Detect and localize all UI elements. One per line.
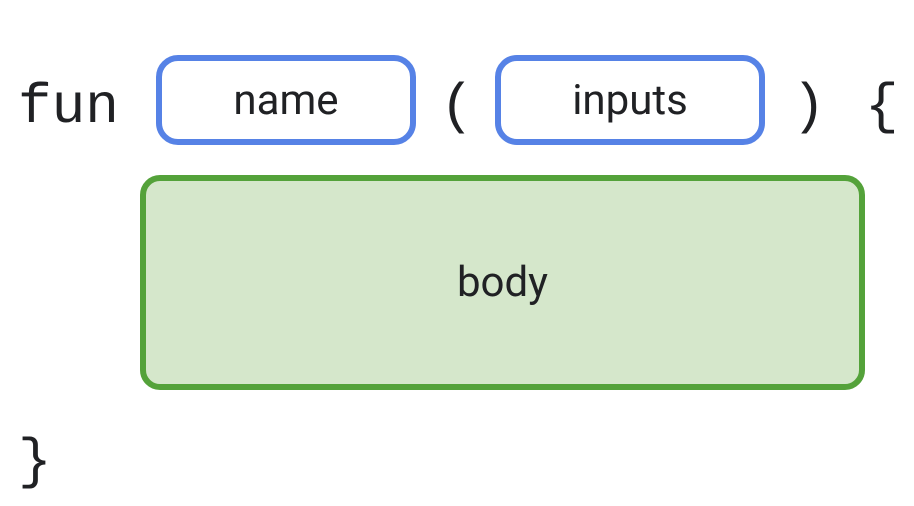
brace-close: } xyxy=(18,430,52,494)
keyword-fun: fun xyxy=(18,75,119,139)
paren-close: ) xyxy=(792,75,826,139)
slot-name-label: name xyxy=(233,76,338,125)
slot-inputs: inputs xyxy=(495,55,765,145)
brace-open: { xyxy=(865,75,899,139)
function-syntax-diagram: fun name ( inputs ) { body } xyxy=(0,0,914,506)
slot-name: name xyxy=(156,55,416,145)
slot-inputs-label: inputs xyxy=(572,76,688,125)
slot-body: body xyxy=(140,175,865,390)
paren-open: ( xyxy=(440,75,474,139)
slot-body-label: body xyxy=(457,258,548,307)
